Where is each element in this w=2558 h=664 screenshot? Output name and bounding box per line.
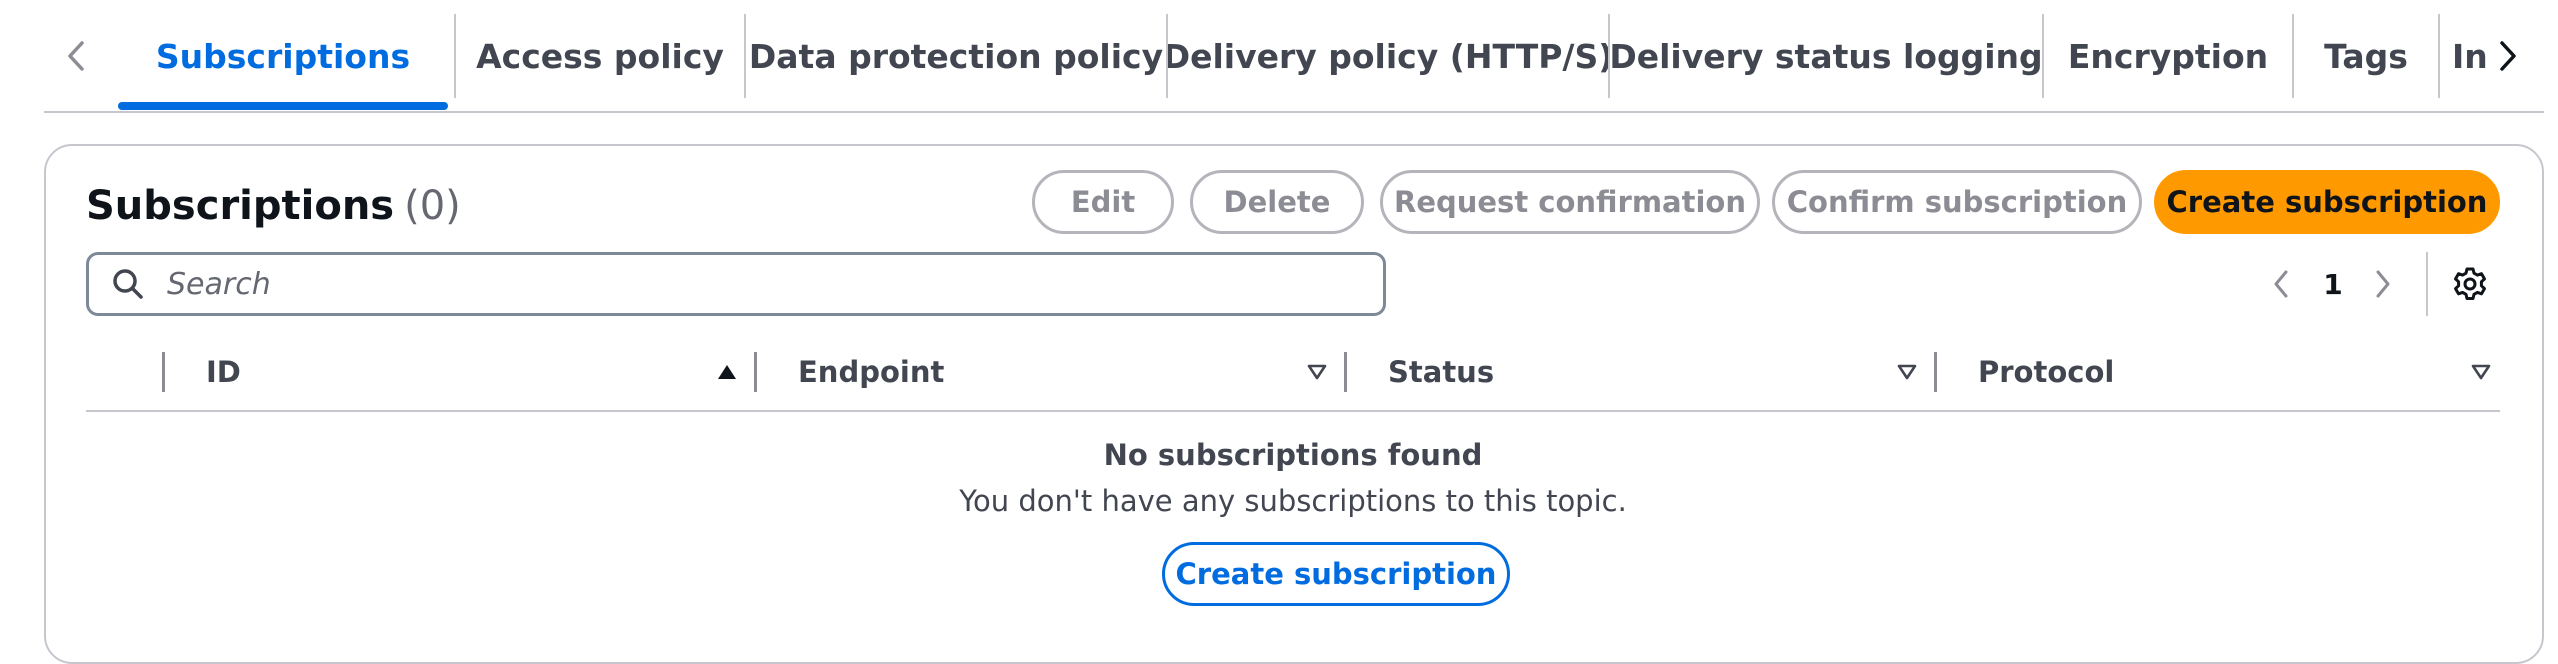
chevron-right-icon [2500,41,2516,71]
sort-ascending-icon[interactable] [712,332,742,412]
section-heading: Subscriptions (0) [86,178,461,234]
next-page-button[interactable] [2358,252,2408,316]
tab-tags[interactable]: Tags [2294,14,2438,98]
tab-delivery-status-logging[interactable]: Delivery status logging [1610,14,2042,98]
delete-button[interactable]: Delete [1190,170,1364,234]
tab-data-protection-policy[interactable]: Data protection policy [746,14,1166,98]
tab-subscriptions[interactable]: Subscriptions [118,14,448,98]
tab-encryption[interactable]: Encryption [2044,14,2292,98]
empty-state-description: You don't have any subscriptions to this… [959,484,1627,518]
request-confirmation-button[interactable]: Request confirmation [1380,170,1760,234]
empty-state-create-subscription-button[interactable]: Create subscription [1162,542,1510,606]
chevron-left-icon [2274,270,2288,298]
table-preferences-button[interactable] [2440,252,2500,316]
column-resizer[interactable] [1344,352,1347,392]
gear-icon [2454,267,2486,300]
chevron-left-icon [68,41,84,71]
chevron-right-icon [2376,270,2390,298]
subscriptions-container: Subscriptions (0) Edit Delete Request co… [44,144,2544,664]
create-subscription-button[interactable]: Create subscription [2154,170,2500,234]
sort-descending-outline-icon[interactable] [2466,332,2496,412]
tab-integrations-truncated[interactable]: In [2440,14,2488,98]
column-resizer[interactable] [1934,352,1937,392]
table-header: ID Endpoint Status Protocol [86,332,2500,412]
column-header-protocol[interactable]: Protocol [1978,332,2114,412]
current-page-number[interactable]: 1 [2308,252,2358,316]
pagination-divider [2426,252,2428,316]
tab-delivery-policy[interactable]: Delivery policy (HTTP/S) [1168,14,1608,98]
empty-state-title: No subscriptions found [1103,438,1483,472]
section-title: Subscriptions [86,183,395,229]
column-header-status[interactable]: Status [1388,332,1494,412]
tab-bar: Subscriptions Access policy Data protect… [44,0,2544,113]
column-resizer[interactable] [162,352,165,392]
subscription-count: (0) [404,183,461,229]
tab-access-policy[interactable]: Access policy [456,14,744,98]
tab-scroll-left-button[interactable] [52,28,100,84]
column-resizer[interactable] [754,352,757,392]
search-field[interactable] [86,252,1386,316]
previous-page-button[interactable] [2256,252,2306,316]
sort-descending-outline-icon[interactable] [1302,332,1332,412]
search-input[interactable] [167,266,1367,302]
column-header-endpoint[interactable]: Endpoint [798,332,944,412]
search-icon [89,267,167,301]
sort-descending-outline-icon[interactable] [1892,332,1922,412]
tab-scroll-right-button[interactable] [2484,28,2532,84]
column-header-id[interactable]: ID [206,332,241,412]
edit-button[interactable]: Edit [1032,170,1174,234]
confirm-subscription-button[interactable]: Confirm subscription [1772,170,2142,234]
active-tab-indicator [118,102,448,110]
